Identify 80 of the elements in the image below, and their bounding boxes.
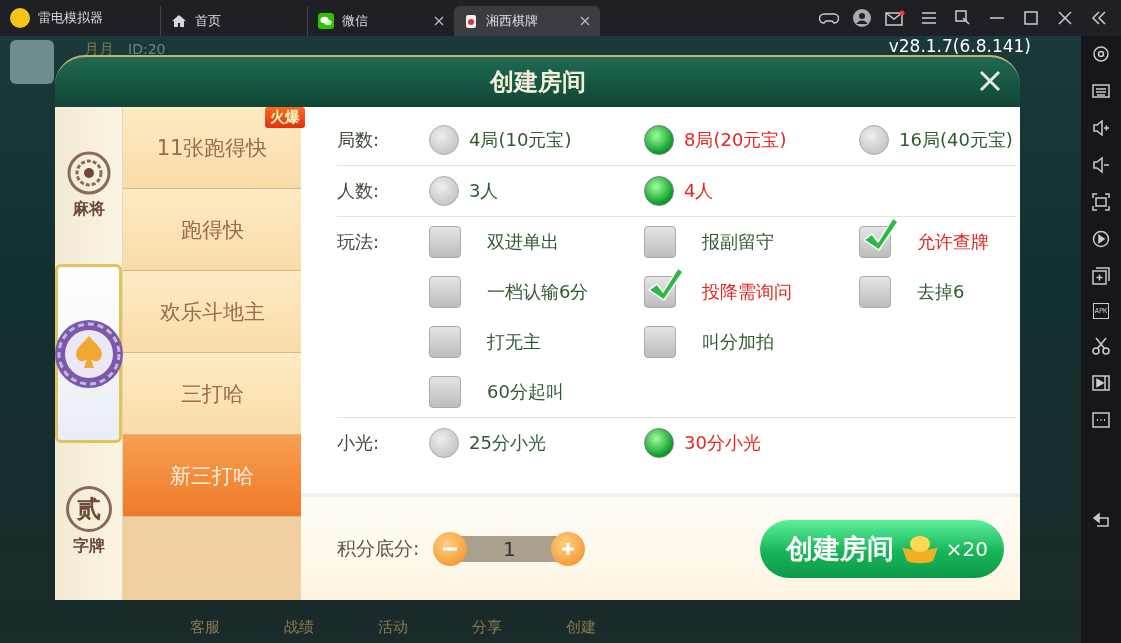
increase-button[interactable] [551, 531, 586, 566]
settings-icon[interactable] [1091, 44, 1111, 64]
option-text: 投降需询问 [702, 280, 792, 304]
volume-down-icon[interactable] [1091, 155, 1111, 175]
user-icon[interactable] [853, 9, 871, 27]
bottom-nav-item[interactable]: 战绩 [284, 618, 314, 637]
player-id: ID:20 [128, 41, 166, 57]
checkbox[interactable] [429, 226, 461, 258]
radio-button[interactable] [644, 176, 674, 206]
score-label: 积分底分: [337, 535, 420, 561]
volume-up-icon[interactable] [1091, 118, 1111, 138]
play-rotate-icon[interactable] [1091, 229, 1111, 249]
option-text: 双进单出 [487, 230, 559, 254]
chat-icon [318, 13, 334, 29]
radio-button[interactable] [644, 125, 674, 155]
checkbox[interactable] [644, 326, 676, 358]
video-icon[interactable] [1091, 373, 1111, 393]
app-logo-icon [10, 8, 30, 28]
option-text: 允许查牌 [917, 230, 989, 254]
scissors-icon[interactable] [1091, 336, 1111, 356]
character-coin-icon: 贰 [65, 485, 112, 532]
radio-button[interactable] [429, 125, 459, 155]
category-tab[interactable] [55, 264, 122, 443]
create-room-button[interactable]: 创建房间 ×20 [759, 519, 1004, 578]
option-label: 玩法: [337, 230, 381, 254]
option-label: 局数: [337, 128, 381, 152]
radio-button[interactable] [859, 125, 889, 155]
bottom-nav-item[interactable]: 客服 [190, 618, 220, 637]
category-tab[interactable]: 贰 字牌 [55, 442, 122, 600]
radio-button[interactable] [429, 176, 459, 206]
option-text: 一档认输6分 [487, 280, 589, 304]
app-name: 雷电模拟器 [38, 9, 103, 27]
maximize-icon[interactable] [1021, 8, 1041, 28]
game-icon [464, 13, 478, 29]
option-text: 去掉6 [917, 280, 965, 304]
checkbox[interactable] [429, 326, 461, 358]
add-window-icon[interactable] [1091, 266, 1111, 286]
game-item[interactable]: 三打哈 [123, 353, 301, 435]
mail-icon[interactable] [885, 10, 905, 26]
category-tab[interactable]: 麻将 [55, 107, 122, 265]
bottom-nav-item[interactable]: 分享 [472, 618, 502, 637]
keyboard-icon[interactable] [1091, 81, 1111, 101]
close-icon[interactable] [580, 16, 590, 26]
game-item[interactable]: 新三打哈 [123, 435, 301, 517]
checkbox[interactable] [644, 226, 676, 258]
game-item[interactable]: 跑得快 [123, 189, 301, 271]
option-text: 60分起叫 [487, 380, 564, 404]
flower-coin-icon [66, 151, 111, 196]
dialog-title: 创建房间 [489, 67, 586, 98]
option-text: 4局(10元宝) [469, 128, 572, 152]
option-text: 4人 [684, 179, 714, 203]
fullscreen-icon[interactable] [1091, 192, 1111, 212]
option-text: 30分小光 [684, 431, 761, 455]
minus-icon [443, 546, 458, 551]
decrease-button[interactable] [433, 531, 468, 566]
option-text: 8局(20元宝) [684, 128, 787, 152]
bottom-nav-item[interactable]: 创建 [566, 618, 596, 637]
radio-button[interactable] [429, 428, 459, 458]
option-label: 人数: [337, 179, 381, 203]
option-text: 打无主 [487, 330, 541, 354]
close-icon[interactable] [434, 16, 444, 26]
home-icon [171, 13, 187, 29]
option-text: 报副留守 [702, 230, 774, 254]
option-text: 25分小光 [469, 431, 546, 455]
browser-tab[interactable]: 湘西棋牌 [454, 6, 600, 36]
option-label: 小光: [337, 431, 381, 455]
version-text: v28.1.7(6.8.141) [888, 36, 1031, 56]
hot-badge: 火爆 [265, 107, 305, 128]
spade-chip-icon [52, 317, 125, 390]
checkbox[interactable] [429, 376, 461, 408]
option-text: 16局(40元宝) [899, 128, 1013, 152]
game-item[interactable]: 欢乐斗地主 [123, 271, 301, 353]
avatar [10, 40, 54, 84]
radio-button[interactable] [644, 428, 674, 458]
checkbox[interactable] [429, 276, 461, 308]
more-icon[interactable] [1091, 410, 1111, 430]
bottom-nav-item[interactable]: 活动 [378, 618, 408, 637]
option-text: 3人 [469, 179, 499, 203]
option-text: 叫分加拍 [702, 330, 774, 354]
checkbox[interactable] [859, 276, 891, 308]
